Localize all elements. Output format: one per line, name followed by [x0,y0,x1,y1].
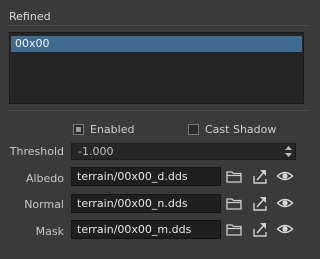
divider [9,25,308,26]
enabled-checkbox-row[interactable]: Enabled [73,121,134,137]
spin-arrows-icon[interactable] [284,145,293,158]
folder-icon[interactable] [225,194,243,212]
mask-label: Mask [35,225,64,238]
material-list[interactable]: 00x00 [9,32,304,104]
threshold-label: Threshold [9,145,64,158]
normal-field[interactable]: terrain/00x00_n.dds [71,194,221,213]
eye-icon[interactable] [276,194,294,212]
threshold-spinbox[interactable]: -1.000 [71,143,296,160]
material-panel: Refined 00x00 Enabled Cast Shadow Thresh… [0,0,315,259]
enabled-label: Enabled [90,122,135,136]
cast-shadow-label: Cast Shadow [205,122,277,136]
normal-label: Normal [24,198,64,211]
albedo-field[interactable]: terrain/00x00_d.dds [71,167,221,186]
threshold-value: -1.000 [78,145,114,158]
mask-field[interactable]: terrain/00x00_m.dds [71,220,221,239]
folder-icon[interactable] [225,220,243,238]
list-item[interactable]: 00x00 [11,36,302,52]
albedo-label: Albedo [25,172,64,185]
enabled-checkbox[interactable] [73,123,84,135]
folder-icon[interactable] [225,167,243,185]
divider [9,110,308,111]
cast-shadow-checkbox-row[interactable]: Cast Shadow [188,121,276,137]
group-title: Refined [9,10,51,23]
export-icon[interactable] [251,167,269,185]
export-icon[interactable] [251,220,269,238]
eye-icon[interactable] [276,220,294,238]
eye-icon[interactable] [276,167,294,185]
export-icon[interactable] [251,194,269,212]
cast-shadow-checkbox[interactable] [188,123,199,135]
